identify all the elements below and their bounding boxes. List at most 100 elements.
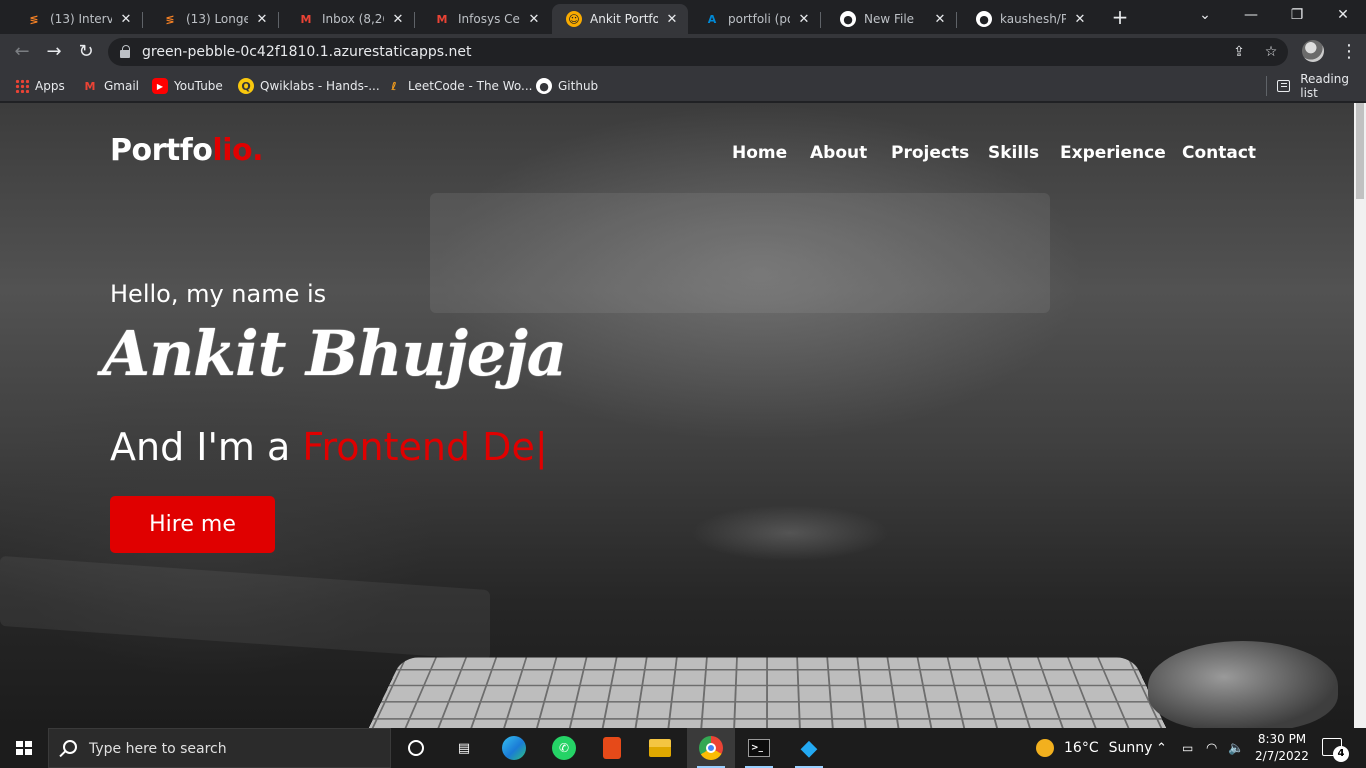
azure-icon: A: [707, 12, 717, 26]
close-icon[interactable]: ✕: [796, 12, 812, 27]
nav-home[interactable]: Home: [732, 143, 787, 163]
share-icon[interactable]: ⇪: [1230, 43, 1248, 61]
youtube-icon: ▶: [152, 78, 168, 94]
blurred-laptop: [0, 555, 490, 661]
tab-infosys[interactable]: M Infosys Certif ✕: [420, 4, 550, 34]
battery-icon[interactable]: ▭: [1182, 728, 1193, 768]
system-clock[interactable]: 8:30 PM 2/7/2022: [1252, 731, 1312, 765]
nav-link-skills[interactable]: Skills: [988, 143, 1039, 163]
chevron-up-icon: ⌃: [1156, 740, 1167, 756]
lock-icon[interactable]: [120, 45, 130, 58]
tab-title: Infosys Certif: [458, 12, 520, 26]
bookmark-youtube[interactable]: ▶ YouTube: [152, 76, 223, 96]
reading-list-button[interactable]: Reading list: [1266, 72, 1366, 100]
tab-title: New File: [864, 12, 915, 26]
close-icon[interactable]: ✕: [254, 12, 270, 27]
bookmark-label: Apps: [35, 79, 65, 93]
vscode-button[interactable]: ◆: [785, 728, 833, 768]
scrollbar-thumb[interactable]: [1356, 103, 1364, 199]
page-scrollbar[interactable]: [1354, 103, 1366, 728]
qwiklabs-icon: Q: [238, 78, 254, 94]
close-icon[interactable]: ✕: [526, 12, 542, 27]
terminal-button[interactable]: >_: [735, 728, 783, 768]
hire-me-button[interactable]: Hire me: [110, 496, 275, 553]
edge-button[interactable]: [490, 728, 538, 768]
close-icon[interactable]: ✕: [932, 12, 948, 27]
tab-portfolio[interactable]: ☺ Ankit Portfoli ✕: [552, 4, 688, 34]
tab-inbox[interactable]: M Inbox (8,263) ✕: [284, 4, 415, 34]
chrome-icon: [699, 736, 723, 760]
close-icon[interactable]: ✕: [390, 12, 406, 27]
volume-icon[interactable]: 🔈: [1228, 728, 1244, 768]
hero-role: And I'm a Frontend De|: [110, 425, 548, 469]
tab-longest[interactable]: ≶ (13) Longest ✕: [148, 4, 279, 34]
leetcode-icon: ℓ: [391, 79, 397, 93]
url-text[interactable]: green-pebble-0c42f1810.1.azurestaticapps…: [142, 44, 471, 60]
wifi-icon[interactable]: ◠: [1206, 728, 1217, 768]
reload-icon[interactable]: ↻: [72, 38, 100, 66]
tab-title: Inbox (8,263): [322, 12, 384, 26]
clock-date: 2/7/2022: [1255, 749, 1309, 763]
nav-link-experience[interactable]: Experience: [1060, 143, 1166, 163]
github-icon: ●: [840, 11, 856, 27]
nav-projects[interactable]: Projects: [891, 143, 969, 163]
bookmark-star-icon[interactable]: ☆: [1262, 43, 1280, 61]
task-view-button[interactable]: ▤: [440, 728, 488, 768]
vscode-icon: ◆: [800, 735, 818, 761]
site-logo[interactable]: Portfolio.: [110, 133, 263, 168]
taskbar-search[interactable]: Type here to search: [48, 728, 391, 768]
weather-temp: 16°C: [1064, 740, 1099, 756]
bookmark-label: Github: [558, 79, 599, 93]
back-arrow-icon[interactable]: ←: [8, 38, 36, 66]
address-bar[interactable]: green-pebble-0c42f1810.1.azurestaticapps…: [108, 38, 1288, 66]
nav-link-about[interactable]: About: [810, 143, 867, 163]
bookmark-gmail[interactable]: M Gmail: [82, 76, 140, 96]
nav-link-projects[interactable]: Projects: [891, 143, 969, 163]
close-window-button[interactable]: ✕: [1320, 0, 1366, 30]
site-header: Portfolio. Home About Projects Skills Ex…: [0, 103, 1354, 203]
nav-experience[interactable]: Experience: [1060, 143, 1166, 163]
role-typed-text: Frontend De: [302, 425, 535, 469]
tab-title: (13) Interview: [50, 12, 112, 26]
bookmark-apps[interactable]: Apps: [15, 76, 65, 96]
close-icon[interactable]: ✕: [1072, 12, 1088, 27]
nav-contact[interactable]: Contact: [1182, 143, 1256, 163]
chrome-button[interactable]: [687, 728, 735, 768]
bookmark-github[interactable]: ● Github: [536, 76, 598, 96]
close-icon[interactable]: ✕: [118, 12, 134, 27]
bookmark-label: YouTube: [174, 79, 223, 93]
tab-search-chevron-icon[interactable]: ⌄: [1182, 0, 1228, 30]
tab-interview[interactable]: ≶ (13) Interview ✕: [12, 4, 143, 34]
profile-avatar[interactable]: [1302, 40, 1324, 62]
file-explorer-icon: [649, 739, 671, 757]
forward-arrow-icon[interactable]: →: [40, 38, 68, 66]
nav-about[interactable]: About: [810, 143, 867, 163]
bookmark-qwiklabs[interactable]: Q Qwiklabs - Hands-...: [238, 76, 380, 96]
restore-button[interactable]: ❐: [1274, 0, 1320, 30]
logo-main: Portfo: [110, 133, 213, 168]
menu-kebab-icon[interactable]: ⋮: [1340, 38, 1358, 66]
tab-kaushesh[interactable]: ● kaushesh/Par ✕: [962, 4, 1096, 34]
tab-title: (13) Longest: [186, 12, 248, 26]
gmail-icon: M: [84, 79, 96, 93]
minimize-button[interactable]: —: [1228, 0, 1274, 30]
nav-link-contact[interactable]: Contact: [1182, 143, 1256, 163]
whatsapp-icon: ✆: [552, 736, 576, 760]
start-button[interactable]: [0, 728, 48, 768]
windows-taskbar: Type here to search ▤ ✆ >_ ◆ 16°C Sunny …: [0, 728, 1366, 768]
new-tab-button[interactable]: +: [1108, 6, 1132, 30]
show-hidden-icons[interactable]: ⌃: [1156, 728, 1167, 768]
file-explorer-button[interactable]: [636, 728, 684, 768]
bookmark-label: LeetCode - The Wo...: [408, 79, 533, 93]
close-icon[interactable]: ✕: [664, 12, 680, 27]
cortana-button[interactable]: [392, 728, 440, 768]
whatsapp-button[interactable]: ✆: [540, 728, 588, 768]
office-button[interactable]: [588, 728, 636, 768]
tab-azure[interactable]: A portfoli (port ✕: [690, 4, 821, 34]
nav-link-home[interactable]: Home: [732, 143, 787, 163]
nav-skills[interactable]: Skills: [988, 143, 1039, 163]
tab-new-file[interactable]: ● New File ✕: [826, 4, 957, 34]
github-icon: ●: [976, 11, 992, 27]
weather-widget[interactable]: 16°C Sunny: [1036, 728, 1152, 768]
bookmark-leetcode[interactable]: ℓ LeetCode - The Wo...: [386, 76, 533, 96]
